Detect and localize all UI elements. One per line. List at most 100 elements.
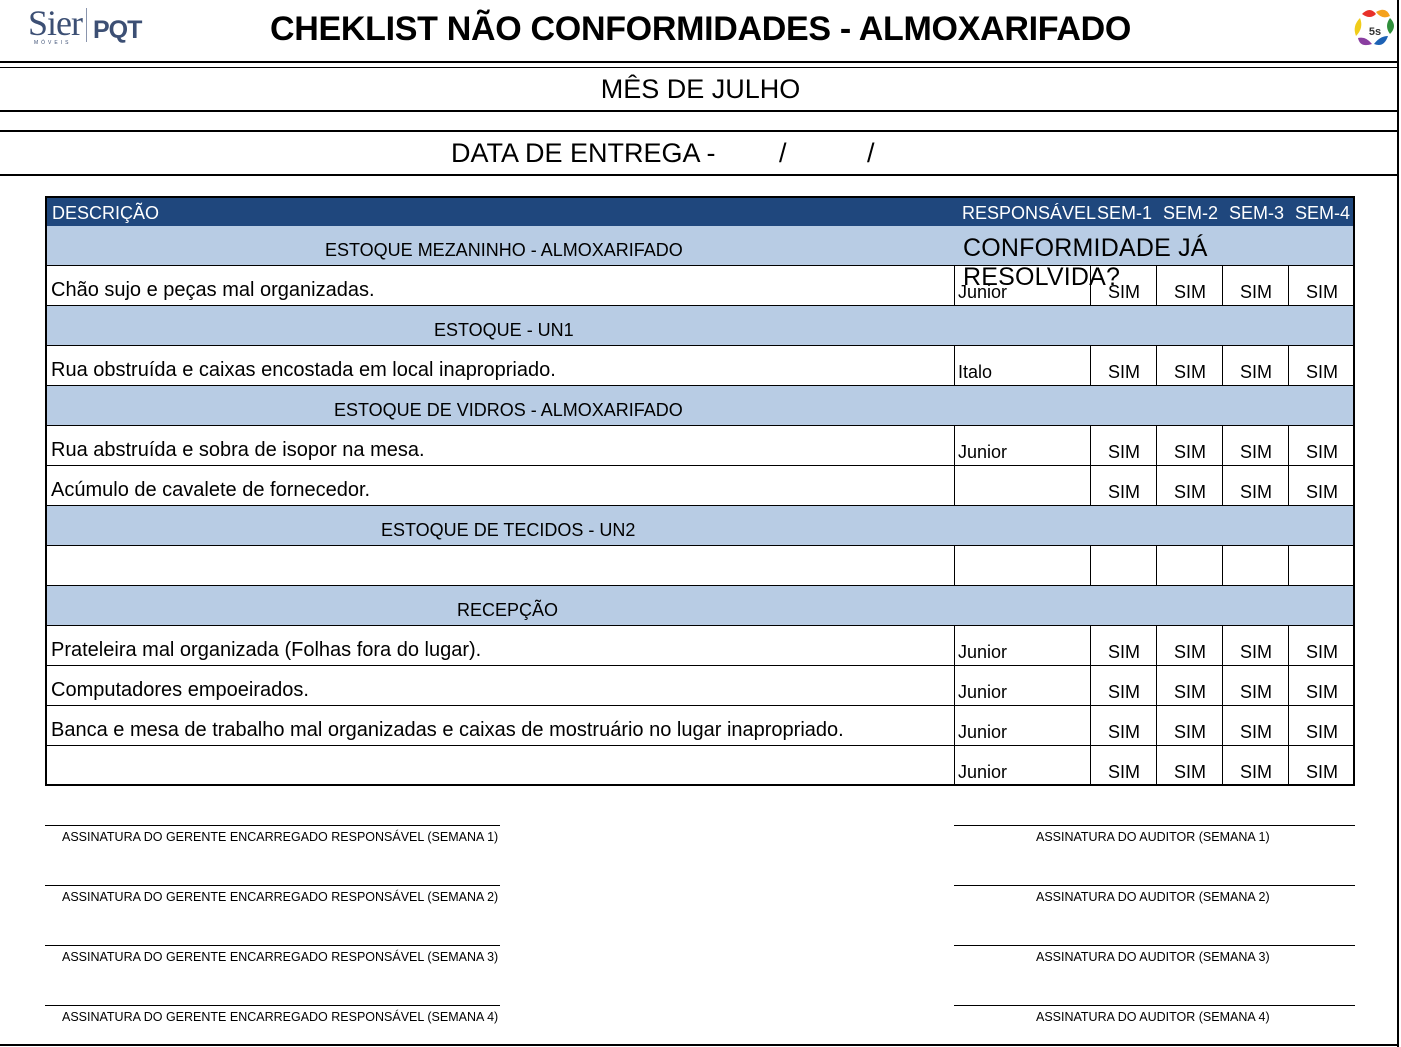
- auditor-signature-label: ASSINATURA DO AUDITOR (SEMANA 3): [1036, 950, 1270, 964]
- table-row: Rua obstruída e caixas encostada em loca…: [47, 346, 1353, 386]
- cell-divider: [1156, 706, 1157, 746]
- cell-divider: [1288, 666, 1289, 706]
- table-row: Computadores empoeirados. Junior SIM SIM…: [47, 666, 1353, 706]
- cell-divider: [1222, 346, 1223, 386]
- cell-divider: [1222, 266, 1223, 306]
- auditor-signature-line[interactable]: [954, 1005, 1355, 1006]
- row-description: Banca e mesa de trabalho mal organizadas…: [51, 719, 844, 741]
- manager-signature-line[interactable]: [45, 885, 500, 886]
- rule-gap: [0, 130, 1399, 132]
- cell-divider: [1090, 546, 1091, 586]
- row-responsible: Italo: [958, 362, 993, 382]
- row-responsible: Junior: [958, 722, 1008, 742]
- section-row: ESTOQUE DE VIDROS - ALMOXARIFADO: [47, 386, 1353, 426]
- 5s-logo-text: 5s: [1369, 26, 1381, 38]
- row-responsible: Junior: [958, 442, 1008, 462]
- rule-delivery-bottom: [0, 174, 1399, 176]
- row-week2: SIM: [1173, 682, 1206, 702]
- cell-divider: [1288, 746, 1289, 786]
- cell-divider: [1222, 546, 1223, 586]
- cell-divider: [1090, 746, 1091, 786]
- cell-divider: [1156, 426, 1157, 466]
- cell-divider: [1156, 346, 1157, 386]
- cell-divider: [954, 626, 955, 666]
- row-week4: SIM: [1305, 722, 1338, 742]
- row-week1: SIM: [1107, 722, 1140, 742]
- auditor-signature-label: ASSINATURA DO AUDITOR (SEMANA 2): [1036, 890, 1270, 904]
- table-row: Prateleira mal organizada (Folhas fora d…: [47, 626, 1353, 666]
- cell-divider: [1090, 266, 1091, 306]
- manager-signature-line[interactable]: [45, 945, 500, 946]
- row-week2: SIM: [1173, 482, 1206, 502]
- row-responsible: Junior: [958, 282, 1008, 302]
- manager-signature-label: ASSINATURA DO GERENTE ENCARREGADO RESPON…: [62, 1010, 499, 1024]
- cell-divider: [1222, 426, 1223, 466]
- row-week3: SIM: [1239, 762, 1272, 782]
- cell-divider: [954, 346, 955, 386]
- row-week3: SIM: [1239, 682, 1272, 702]
- page-border-bottom: [0, 1044, 1399, 1046]
- cell-divider: [954, 466, 955, 506]
- cell-divider: [954, 266, 955, 306]
- col-description-header: DESCRIÇÃO: [52, 203, 160, 223]
- cell-divider: [1156, 546, 1157, 586]
- row-week3: SIM: [1239, 482, 1272, 502]
- cell-divider: [1090, 706, 1091, 746]
- row-week2: SIM: [1173, 282, 1206, 302]
- row-week1: SIM: [1107, 282, 1140, 302]
- table-row: Banca e mesa de trabalho mal organizadas…: [47, 706, 1353, 746]
- cell-divider: [1156, 746, 1157, 786]
- row-description: Rua obstruída e caixas encostada em loca…: [51, 359, 556, 381]
- manager-signature-line[interactable]: [45, 825, 500, 826]
- col-week3-header: SEM-3: [1229, 203, 1285, 223]
- rule-top-2: [0, 67, 1399, 68]
- cell-divider: [1156, 266, 1157, 306]
- cell-divider: [1090, 346, 1091, 386]
- cell-divider: [1156, 666, 1157, 706]
- row-week4: SIM: [1305, 642, 1338, 662]
- col-week1-header: SEM-1: [1097, 203, 1153, 223]
- cell-divider: [1222, 706, 1223, 746]
- row-responsible: Junior: [958, 762, 1008, 782]
- col-week4-header: SEM-4: [1295, 203, 1351, 223]
- row-week4: SIM: [1305, 362, 1338, 382]
- row-week1: SIM: [1107, 442, 1140, 462]
- row-week4: SIM: [1305, 762, 1338, 782]
- document-title: CHEKLIST NÃO CONFORMIDADES - ALMOXARIFAD…: [270, 10, 1131, 48]
- cell-divider: [1156, 626, 1157, 666]
- section-row: ESTOQUE DE TECIDOS - UN2: [47, 506, 1353, 546]
- row-week3: SIM: [1239, 442, 1272, 462]
- section-title: ESTOQUE - UN1: [434, 320, 574, 340]
- row-description: Acúmulo de cavalete de fornecedor.: [51, 479, 371, 501]
- table-row: [47, 546, 1353, 586]
- row-week3: SIM: [1239, 282, 1272, 302]
- manager-signature-line[interactable]: [45, 1005, 500, 1006]
- row-week2: SIM: [1173, 442, 1206, 462]
- auditor-signature-label: ASSINATURA DO AUDITOR (SEMANA 1): [1036, 830, 1270, 844]
- cell-divider: [1090, 466, 1091, 506]
- cell-divider: [1288, 266, 1289, 306]
- table-row: Junior SIM SIM SIM SIM: [47, 746, 1353, 786]
- section-row: RECEPÇÃO: [47, 586, 1353, 626]
- row-week2: SIM: [1173, 762, 1206, 782]
- cell-divider: [1288, 706, 1289, 746]
- row-responsible: Junior: [958, 642, 1008, 662]
- month-label: MÊS DE JULHO: [600, 74, 801, 104]
- auditor-signature-line[interactable]: [954, 945, 1355, 946]
- 5s-logo-icon: 5s: [1354, 9, 1394, 46]
- manager-signature-label: ASSINATURA DO GERENTE ENCARREGADO RESPON…: [62, 830, 499, 844]
- row-week1: SIM: [1107, 362, 1140, 382]
- section-row: ESTOQUE - UN1: [47, 306, 1353, 346]
- row-description: Rua abstruída e sobra de isopor na mesa.: [51, 439, 425, 461]
- row-week1: SIM: [1107, 642, 1140, 662]
- cell-divider: [1090, 666, 1091, 706]
- cell-divider: [954, 746, 955, 786]
- row-week1: SIM: [1107, 682, 1140, 702]
- table-row: Rua abstruída e sobra de isopor na mesa.…: [47, 426, 1353, 466]
- cell-divider: [954, 546, 955, 586]
- section-title: ESTOQUE DE TECIDOS - UN2: [381, 520, 636, 540]
- auditor-signature-line[interactable]: [954, 885, 1355, 886]
- row-week3: SIM: [1239, 722, 1272, 742]
- auditor-signature-line[interactable]: [954, 825, 1355, 826]
- cell-divider: [1090, 426, 1091, 466]
